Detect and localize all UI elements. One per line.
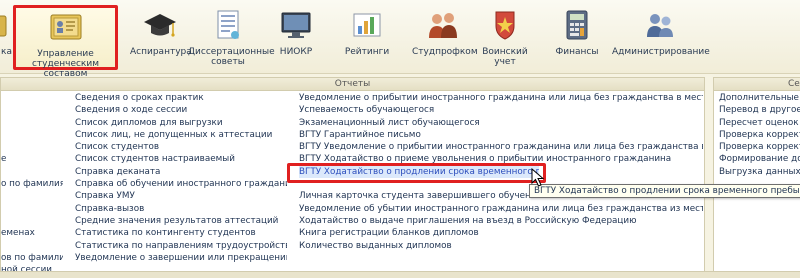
reports-column-1: Сведения о сроках практик Сведения о ход… xyxy=(75,92,287,264)
report-link[interactable]: ов по фамилиям xyxy=(1,252,63,264)
people-icon xyxy=(429,13,457,38)
report-link[interactable]: Количество выданных дипломов xyxy=(299,240,703,252)
report-link-highlighted[interactable]: ВГТУ Ходатайство о продлении срока време… xyxy=(299,165,539,179)
service-link[interactable]: Проверка корректност xyxy=(719,129,800,141)
services-panel: Сер Дополнительные обра Перевод в другое… xyxy=(713,77,800,278)
military-badge-icon xyxy=(495,11,515,40)
report-link[interactable] xyxy=(1,203,63,215)
graduation-cap-icon xyxy=(144,14,176,37)
calculator-icon xyxy=(566,10,588,40)
report-link[interactable]: Справка-вызов xyxy=(75,203,287,215)
toolbar-item-student-management[interactable]: Управление студенческим составом xyxy=(13,5,118,79)
service-link[interactable]: Пересчет оценок xyxy=(719,117,800,129)
report-link[interactable] xyxy=(1,117,63,129)
toolbar-item-label: ка xyxy=(1,47,12,57)
toolbar-item-ratings[interactable]: Рейтинги xyxy=(344,8,390,70)
report-link[interactable] xyxy=(1,240,63,252)
report-link[interactable]: Уведомление о завершении или прекращении… xyxy=(75,252,287,264)
service-link[interactable]: Проверка корректност xyxy=(719,141,800,153)
toolbar-item-label: Администрирование xyxy=(612,47,710,57)
report-link[interactable] xyxy=(1,104,63,116)
hover-tooltip: ВГТУ Ходатайство о продлении срока време… xyxy=(529,184,800,198)
report-link[interactable]: Средние значения результатов аттестаций xyxy=(75,215,287,227)
services-column: Дополнительные обра Перевод в другое под… xyxy=(719,92,800,178)
report-link[interactable]: е xyxy=(1,153,63,165)
report-link[interactable]: Список дипломов для выгрузки xyxy=(75,117,287,129)
reports-column-0: е о по фамилиям еменах ов по фамилиям но… xyxy=(1,92,63,276)
student-card-icon xyxy=(50,14,81,40)
mouse-cursor-icon xyxy=(531,168,545,187)
report-link[interactable]: ВГТУ Ходатайство о приеме увольнения о п… xyxy=(299,153,703,165)
document-icon xyxy=(217,10,239,39)
toolbar-item-niokr[interactable]: НИОКР xyxy=(276,8,316,70)
report-link[interactable]: еменах xyxy=(1,227,63,239)
report-link[interactable] xyxy=(1,190,63,202)
report-link[interactable]: Сведения о ходе сессии xyxy=(75,104,287,116)
service-link[interactable]: Дополнительные обра xyxy=(719,92,800,104)
toolbar-item-postgraduate[interactable]: Аспирантура xyxy=(130,8,192,70)
services-panel-title: Сер xyxy=(714,78,800,91)
rating-chart-icon xyxy=(353,13,381,37)
service-link[interactable]: Перевод в другое под xyxy=(719,104,800,116)
reports-panel: Отчеты е о по фамилиям еменах ов по фами… xyxy=(0,77,705,278)
report-link[interactable]: ВГТУ Уведомление о прибытии иностранного… xyxy=(299,141,703,153)
admin-users-icon xyxy=(647,14,673,37)
report-link[interactable] xyxy=(1,141,63,153)
report-link[interactable]: Успеваемость обучающегося xyxy=(299,104,703,116)
report-link[interactable] xyxy=(1,129,63,141)
report-link[interactable]: ВГТУ Гарантийное письмо xyxy=(299,129,703,141)
report-link[interactable]: Книга регистрации бланков дипломов xyxy=(299,227,703,239)
monitor-icon xyxy=(281,12,311,38)
report-link[interactable] xyxy=(1,166,63,178)
toolbar-item-label: Рейтинги xyxy=(344,47,390,57)
report-link[interactable]: Ходатайство о выдаче приглашения на въез… xyxy=(299,215,703,227)
report-link[interactable]: Экзаменационный лист обучающегося xyxy=(299,117,703,129)
toolbar-item-studprofkom[interactable]: Студпрофком xyxy=(412,8,478,70)
toolbar-item-label: Финансы xyxy=(555,47,599,57)
report-link[interactable]: Справка УМУ xyxy=(75,190,287,202)
reports-panel-title: Отчеты xyxy=(1,78,704,91)
toolbar-item-label: Управление студенческим составом xyxy=(31,49,100,79)
report-link[interactable]: Уведомление об убытии иностранного гражд… xyxy=(299,203,703,215)
toolbar-item-dissertation-councils[interactable]: Диссертационные советы xyxy=(188,8,275,70)
toolbar-item-partial[interactable]: ка xyxy=(0,8,12,70)
toolbar-item-finance[interactable]: Финансы xyxy=(551,8,603,70)
toolbar-item-label: Воинский учет xyxy=(482,47,528,67)
toolbar-item-administration[interactable]: Администрирование xyxy=(612,8,710,70)
report-link[interactable]: о по фамилиям xyxy=(1,178,63,190)
report-link[interactable]: Список студентов настраиваемый xyxy=(75,153,287,165)
bottom-bar xyxy=(0,271,800,278)
report-link[interactable] xyxy=(1,215,63,227)
folder-icon xyxy=(0,15,7,37)
toolbar-item-label: Студпрофком xyxy=(412,47,478,57)
report-link[interactable]: Сведения о сроках практик xyxy=(75,92,287,104)
toolbar-item-label: Диссертационные советы xyxy=(188,47,275,67)
report-link[interactable]: Уведомление о прибытии иностранного граж… xyxy=(299,92,703,104)
toolbar-item-label: НИОКР xyxy=(279,47,313,57)
report-link[interactable]: Статистика по контингенту студентов xyxy=(75,227,287,239)
report-link[interactable]: Список лиц, не допущенных к аттестации xyxy=(75,129,287,141)
report-link[interactable]: Справка деканата xyxy=(75,166,287,178)
report-link[interactable] xyxy=(1,92,63,104)
service-link[interactable]: Выгрузка данных в ГИ xyxy=(719,166,800,178)
report-link[interactable]: Статистика по направлениям трудоустройст… xyxy=(75,240,287,252)
report-link[interactable]: Справка об обучении иностранного граждан… xyxy=(75,178,287,190)
toolbar-item-military[interactable]: Воинский учет xyxy=(478,8,532,70)
report-link[interactable]: Список студентов xyxy=(75,141,287,153)
reports-column-2: Уведомление о прибытии иностранного граж… xyxy=(299,92,703,252)
service-link[interactable]: Формирование докум xyxy=(719,153,800,165)
main-toolbar: ка Управление студенческим составом Аспи… xyxy=(0,0,800,79)
toolbar-item-label: Аспирантура xyxy=(130,47,192,57)
